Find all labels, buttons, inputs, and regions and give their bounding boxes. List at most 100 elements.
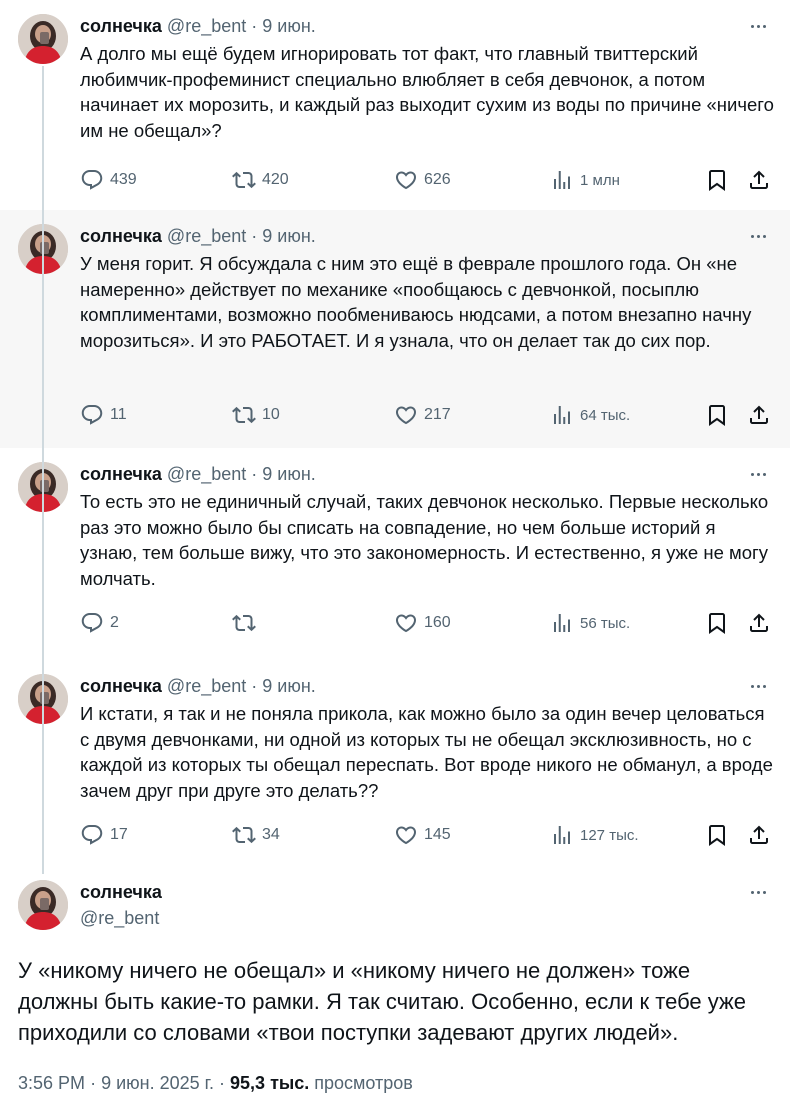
views-button[interactable]: 56 тыс. xyxy=(550,611,630,635)
reply-count: 439 xyxy=(110,171,137,188)
tweet-time[interactable]: 3:56 PM xyxy=(18,1073,85,1093)
reply-icon xyxy=(81,613,103,633)
retweet-icon xyxy=(232,406,256,424)
separator: · xyxy=(219,1073,226,1093)
more-icon[interactable] xyxy=(746,224,770,248)
separator: · xyxy=(251,226,258,246)
bookmark-icon xyxy=(709,405,725,426)
share-icon xyxy=(750,613,768,632)
more-icon[interactable] xyxy=(746,674,770,698)
like-button[interactable]: 145 xyxy=(394,823,451,847)
views-count: 1 млн xyxy=(580,171,620,189)
views-icon xyxy=(554,171,570,189)
retweet-button[interactable]: 10 xyxy=(232,403,280,427)
author-handle[interactable]: @re_bent xyxy=(167,16,246,36)
main-tweet-text: У «никому ничего не обещал» и «никому ни… xyxy=(18,958,746,1045)
tweet-date[interactable]: 9 июн. xyxy=(262,16,316,36)
author-name[interactable]: солнечка xyxy=(80,16,162,36)
tweet-meta: солнечка @re_bent · 9 июн. xyxy=(80,14,774,38)
tweet-date[interactable]: 9 июн. xyxy=(262,676,316,696)
author-handle[interactable]: @re_bent xyxy=(167,226,246,246)
author-name[interactable]: солнечка xyxy=(80,226,162,246)
share-button[interactable] xyxy=(747,168,771,192)
like-button[interactable]: 160 xyxy=(394,611,451,635)
share-button[interactable] xyxy=(747,403,771,427)
separator: · xyxy=(251,16,258,36)
tweet-date[interactable]: 9 июн. xyxy=(262,464,316,484)
share-icon xyxy=(750,825,768,844)
bookmark-button[interactable] xyxy=(705,168,729,192)
views-button[interactable]: 64 тыс. xyxy=(550,403,630,427)
tweet-meta: солнечка @re_bent · 9 июн. xyxy=(80,224,774,248)
thread-tweet: солнечка @re_bent · 9 июн. У меня горит.… xyxy=(0,210,790,448)
retweet-button[interactable]: 420 xyxy=(232,168,289,192)
bookmark-button[interactable] xyxy=(705,611,729,635)
views-button[interactable]: 1 млн xyxy=(550,168,620,192)
retweet-icon xyxy=(232,614,256,632)
retweet-icon xyxy=(232,826,256,844)
tweet-body: солнечка @re_bent · 9 июн. То есть это н… xyxy=(80,462,774,591)
reply-count: 17 xyxy=(110,826,128,843)
reply-button[interactable]: 11 xyxy=(80,403,127,427)
like-count: 217 xyxy=(424,406,451,423)
tweet-meta: солнечка @re_bent · 9 июн. xyxy=(80,674,774,698)
views-count: 64 тыс. xyxy=(580,406,631,424)
more-icon[interactable] xyxy=(746,880,770,904)
avatar-col xyxy=(18,14,68,64)
like-button[interactable]: 626 xyxy=(394,168,451,192)
author-name[interactable]: солнечка xyxy=(80,880,162,904)
retweet-button[interactable] xyxy=(232,611,262,635)
reply-icon xyxy=(81,405,103,425)
author-handle[interactable]: @re_bent xyxy=(167,676,246,696)
retweet-count: 10 xyxy=(262,406,280,423)
retweet-count: 34 xyxy=(262,826,280,843)
reply-count: 11 xyxy=(110,406,127,423)
retweet-icon xyxy=(232,171,256,189)
more-icon[interactable] xyxy=(746,14,770,38)
avatar[interactable] xyxy=(18,14,68,64)
thread-tweet: солнечка @re_bent · 9 июн. А долго мы ещ… xyxy=(0,0,790,210)
more-icon[interactable] xyxy=(746,462,770,486)
thread-tweet: солнечка @re_bent · 9 июн. И кстати, я т… xyxy=(0,660,790,870)
retweet-button[interactable]: 34 xyxy=(232,823,280,847)
separator: · xyxy=(90,1073,97,1093)
views-button[interactable]: 127 тыс. xyxy=(550,823,639,847)
author-handle[interactable]: @re_bent xyxy=(167,464,246,484)
bookmark-icon xyxy=(709,825,725,846)
like-icon xyxy=(395,826,417,845)
tweet-date[interactable]: 9 июн. 2025 г. xyxy=(101,1073,214,1093)
main-avatar-col xyxy=(18,880,68,930)
bookmark-button[interactable] xyxy=(705,403,729,427)
author-name[interactable]: солнечка xyxy=(80,676,162,696)
share-button[interactable] xyxy=(747,823,771,847)
reply-icon xyxy=(81,825,103,845)
like-count: 626 xyxy=(424,171,451,188)
views-count: 95,3 тыс. xyxy=(230,1073,310,1093)
tweet-actions: 2 160 56 тыс. xyxy=(80,611,774,635)
tweet-body: солнечка @re_bent · 9 июн. А долго мы ещ… xyxy=(80,14,774,143)
like-icon xyxy=(395,406,417,425)
views-count: 56 тыс. xyxy=(580,614,631,632)
tweet-actions: 11 10 217 64 тыс. xyxy=(80,403,774,427)
author-handle[interactable]: @re_bent xyxy=(80,906,162,930)
separator: · xyxy=(251,464,258,484)
bookmark-button[interactable] xyxy=(705,823,729,847)
like-button[interactable]: 217 xyxy=(394,403,451,427)
reply-button[interactable]: 439 xyxy=(80,168,137,192)
like-count: 145 xyxy=(424,826,451,843)
tweet-body: солнечка @re_bent · 9 июн. У меня горит.… xyxy=(80,224,774,353)
bookmark-icon xyxy=(709,613,725,634)
reply-button[interactable]: 17 xyxy=(80,823,128,847)
separator: · xyxy=(251,676,258,696)
like-icon xyxy=(395,171,417,190)
tweet-text: И кстати, я так и не поняла прикола, как… xyxy=(80,703,773,801)
reply-icon xyxy=(81,170,103,190)
reply-button[interactable]: 2 xyxy=(80,611,119,635)
author-name[interactable]: солнечка xyxy=(80,464,162,484)
share-button[interactable] xyxy=(747,611,771,635)
tweet-date[interactable]: 9 июн. xyxy=(262,226,316,246)
tweet-body: солнечка @re_bent · 9 июн. И кстати, я т… xyxy=(80,674,774,803)
tweet-meta: солнечка @re_bent · 9 июн. xyxy=(80,462,774,486)
tweet-text: То есть это не единичный случай, таких д… xyxy=(80,491,769,589)
avatar[interactable] xyxy=(18,880,68,930)
